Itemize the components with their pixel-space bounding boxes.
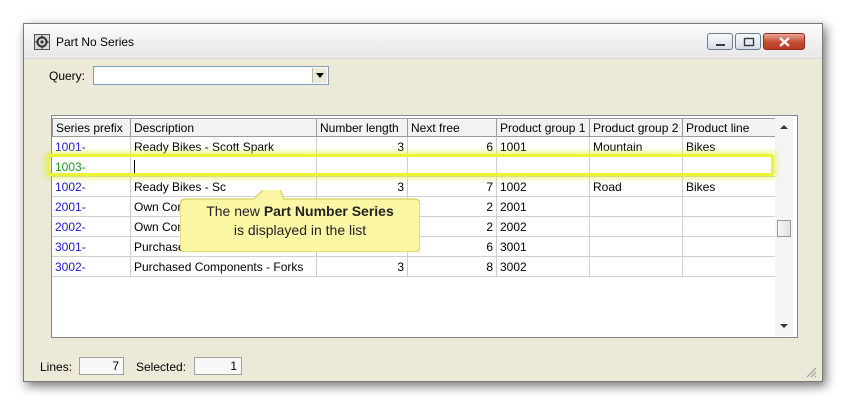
callout-prefix: The new: [206, 203, 264, 219]
series-grid: Series prefix Description Number length …: [51, 115, 798, 338]
cell-series-prefix[interactable]: 2001-: [52, 197, 131, 217]
cell-series-prefix[interactable]: 3001-: [52, 237, 131, 257]
window-title: Part No Series: [56, 35, 135, 49]
cell-product-line[interactable]: Bikes: [683, 177, 776, 197]
cell-description[interactable]: Purchased Components - Forks: [131, 257, 317, 277]
table-row[interactable]: 1001- Ready Bikes - Scott Spark 3 6 1001…: [52, 137, 776, 157]
cell-next-free[interactable]: 6: [408, 137, 497, 157]
close-icon: [779, 37, 790, 47]
column-header-product-group-1[interactable]: Product group 1: [497, 118, 590, 137]
cell-series-prefix[interactable]: 2002-: [52, 217, 131, 237]
cell-product-group-1[interactable]: 3001: [497, 237, 590, 257]
dropdown-arrow-button[interactable]: [312, 68, 327, 83]
cell-product-line[interactable]: [683, 237, 776, 257]
query-dropdown[interactable]: [93, 66, 329, 85]
cell-series-prefix[interactable]: 3002-: [52, 257, 131, 277]
grid-header: Series prefix Description Number length …: [52, 118, 776, 137]
column-header-next-free[interactable]: Next free: [408, 118, 497, 137]
cell-product-group-2[interactable]: [590, 237, 683, 257]
scroll-thumb[interactable]: [777, 220, 791, 237]
scroll-up-icon[interactable]: [780, 125, 788, 129]
minimize-icon: [716, 44, 725, 46]
selected-label: Selected:: [136, 360, 187, 374]
part-no-series-window: Part No Series Query: Series prefix Desc…: [23, 23, 823, 382]
cell-product-group-1[interactable]: [497, 157, 590, 177]
cell-series-prefix[interactable]: 1002-: [52, 177, 131, 197]
minimize-button[interactable]: [707, 33, 733, 50]
cell-next-free[interactable]: 8: [408, 257, 497, 277]
cell-description[interactable]: Ready Bikes - Scott Spark: [131, 137, 317, 157]
cell-product-line[interactable]: [683, 257, 776, 277]
vertical-scrollbar[interactable]: [775, 117, 793, 336]
cell-next-free[interactable]: 2: [408, 197, 497, 217]
resize-grip-icon[interactable]: [805, 366, 817, 378]
cell-product-group-2[interactable]: [590, 257, 683, 277]
query-label: Query:: [49, 69, 86, 83]
cell-product-group-1[interactable]: 2002: [497, 217, 590, 237]
scroll-down-icon[interactable]: [780, 324, 788, 328]
cell-number-length[interactable]: 3: [317, 257, 408, 277]
status-bar: Lines: 7 Selected: 1: [24, 353, 822, 381]
gear-app-icon: [34, 34, 50, 50]
cell-series-prefix[interactable]: 1001-: [52, 137, 131, 157]
maximize-button[interactable]: [735, 33, 761, 50]
selected-count: 1: [194, 357, 242, 375]
cell-next-free[interactable]: 2: [408, 217, 497, 237]
title-bar: Part No Series: [24, 24, 822, 59]
table-row[interactable]: 3002- Purchased Components - Forks 3 8 3…: [52, 257, 776, 277]
column-header-product-line[interactable]: Product line: [683, 118, 776, 137]
cell-product-group-1[interactable]: 1002: [497, 177, 590, 197]
cell-product-line[interactable]: [683, 157, 776, 177]
cell-next-free[interactable]: 6: [408, 237, 497, 257]
callout-bold: Part Number Series: [263, 203, 394, 219]
cell-number-length[interactable]: 3: [317, 137, 408, 157]
callout-line-2: is displayed in the list: [233, 222, 367, 238]
cell-number-length[interactable]: [317, 157, 408, 177]
column-header-description[interactable]: Description: [131, 118, 317, 137]
table-row-new[interactable]: 1003-: [52, 157, 776, 177]
cell-product-group-2[interactable]: [590, 217, 683, 237]
cell-product-line[interactable]: Bikes: [683, 137, 776, 157]
cell-product-line[interactable]: [683, 197, 776, 217]
lines-count: 7: [79, 357, 124, 375]
callout-tooltip: The new Part Number Series is displayed …: [180, 190, 420, 252]
cell-product-group-2[interactable]: [590, 197, 683, 217]
cell-product-line[interactable]: [683, 217, 776, 237]
cell-series-prefix[interactable]: 1003-: [52, 157, 131, 177]
column-header-number-length[interactable]: Number length: [317, 118, 408, 137]
chevron-down-icon: [316, 73, 324, 78]
cell-product-group-2[interactable]: [590, 157, 683, 177]
text-caret: [134, 160, 135, 173]
column-header-product-group-2[interactable]: Product group 2: [590, 118, 683, 137]
cell-product-group-1[interactable]: 2001: [497, 197, 590, 217]
cell-product-group-2[interactable]: Mountain: [590, 137, 683, 157]
maximize-icon: [743, 37, 755, 47]
cell-product-group-1[interactable]: 3002: [497, 257, 590, 277]
callout-text: The new Part Number Series is displayed …: [180, 202, 420, 240]
cell-product-group-2[interactable]: Road: [590, 177, 683, 197]
cell-next-free[interactable]: 7: [408, 177, 497, 197]
column-header-series-prefix[interactable]: Series prefix: [52, 118, 131, 137]
close-button[interactable]: [763, 33, 805, 50]
callout-line-1: The new Part Number Series: [180, 202, 420, 221]
cell-description-editing[interactable]: [131, 157, 317, 177]
cell-next-free[interactable]: [408, 157, 497, 177]
lines-label: Lines:: [40, 360, 73, 374]
cell-product-group-1[interactable]: 1001: [497, 137, 590, 157]
